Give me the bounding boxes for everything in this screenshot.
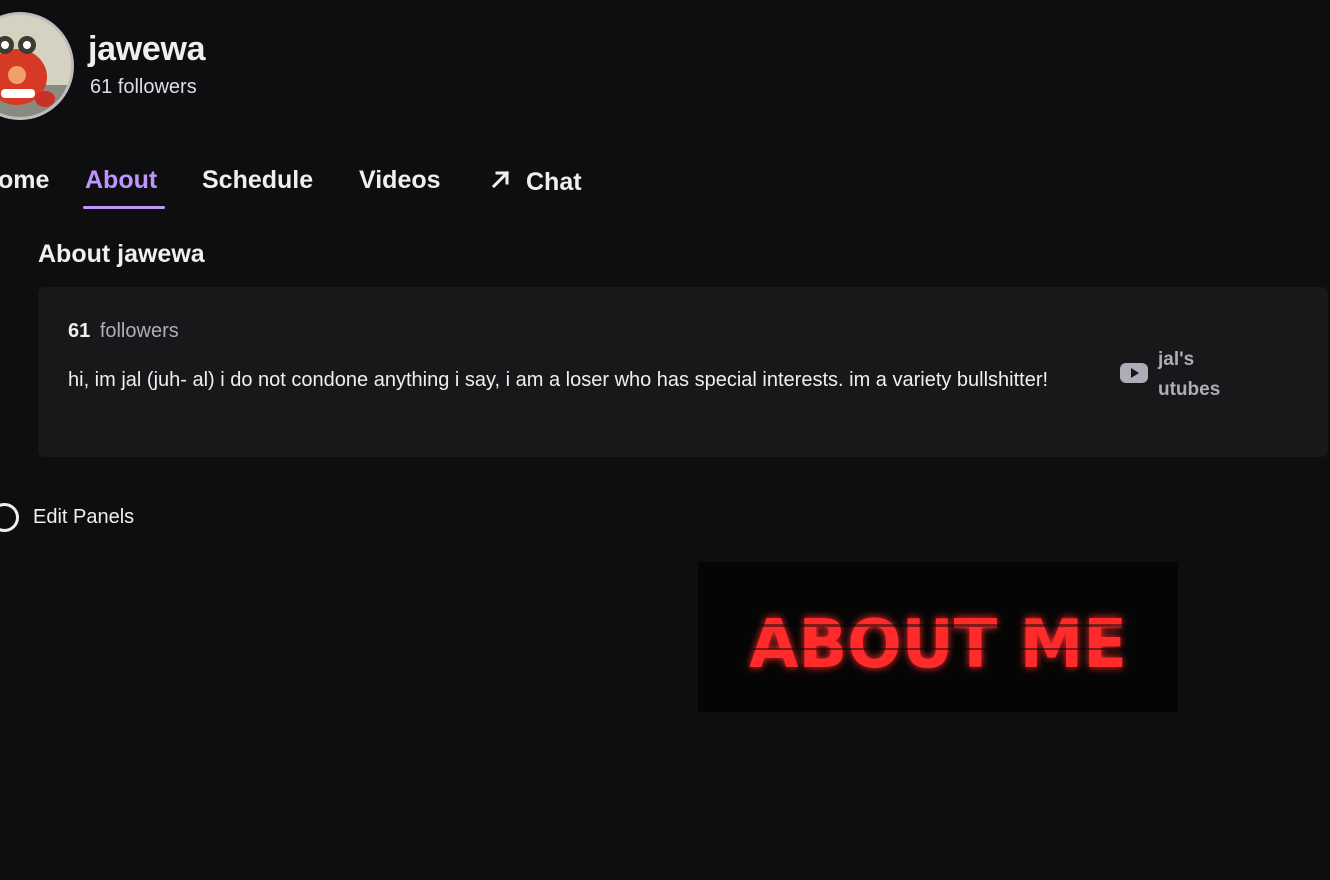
about-me-panel-text: ABOUT ME <box>749 606 1127 684</box>
followers-label: followers <box>99 320 179 342</box>
social-link-label: jal's utubes <box>1158 349 1221 400</box>
tab-schedule[interactable]: Schedule <box>202 166 313 195</box>
edit-panels-toggle[interactable]: Edit Panels <box>0 503 134 532</box>
avatar-image <box>0 15 71 117</box>
tab-videos[interactable]: Videos <box>359 166 441 195</box>
social-link-youtube[interactable]: jal's utubes <box>1120 345 1238 405</box>
about-followers: 61 followers <box>68 320 179 343</box>
arrow-up-right-icon <box>488 166 514 199</box>
about-bio: hi, im jal (juh- al) i do not condone an… <box>68 369 1049 391</box>
tab-chat-label: Chat <box>526 168 582 196</box>
about-card: 61 followers hi, im jal (juh- al) i do n… <box>38 287 1328 457</box>
tab-chat[interactable]: Chat <box>488 166 582 199</box>
youtube-icon <box>1120 362 1148 389</box>
toggle-switch[interactable] <box>0 503 19 532</box>
about-heading: About jawewa <box>38 240 205 268</box>
active-tab-indicator <box>83 206 165 209</box>
edit-panels-label: Edit Panels <box>33 506 135 528</box>
channel-name: jawewa <box>88 30 206 68</box>
tab-about[interactable]: About <box>85 166 157 195</box>
tab-home[interactable]: ome <box>0 166 49 195</box>
channel-followers: 61 followers <box>90 76 197 98</box>
avatar[interactable] <box>0 12 74 120</box>
about-me-panel-image: ABOUT ME <box>698 562 1178 712</box>
channel-about-page: jawewa 61 followers ome About Schedule V… <box>0 0 1330 880</box>
followers-count: 61 <box>68 320 91 342</box>
channel-tabs: ome About Schedule Videos Chat <box>0 160 700 212</box>
